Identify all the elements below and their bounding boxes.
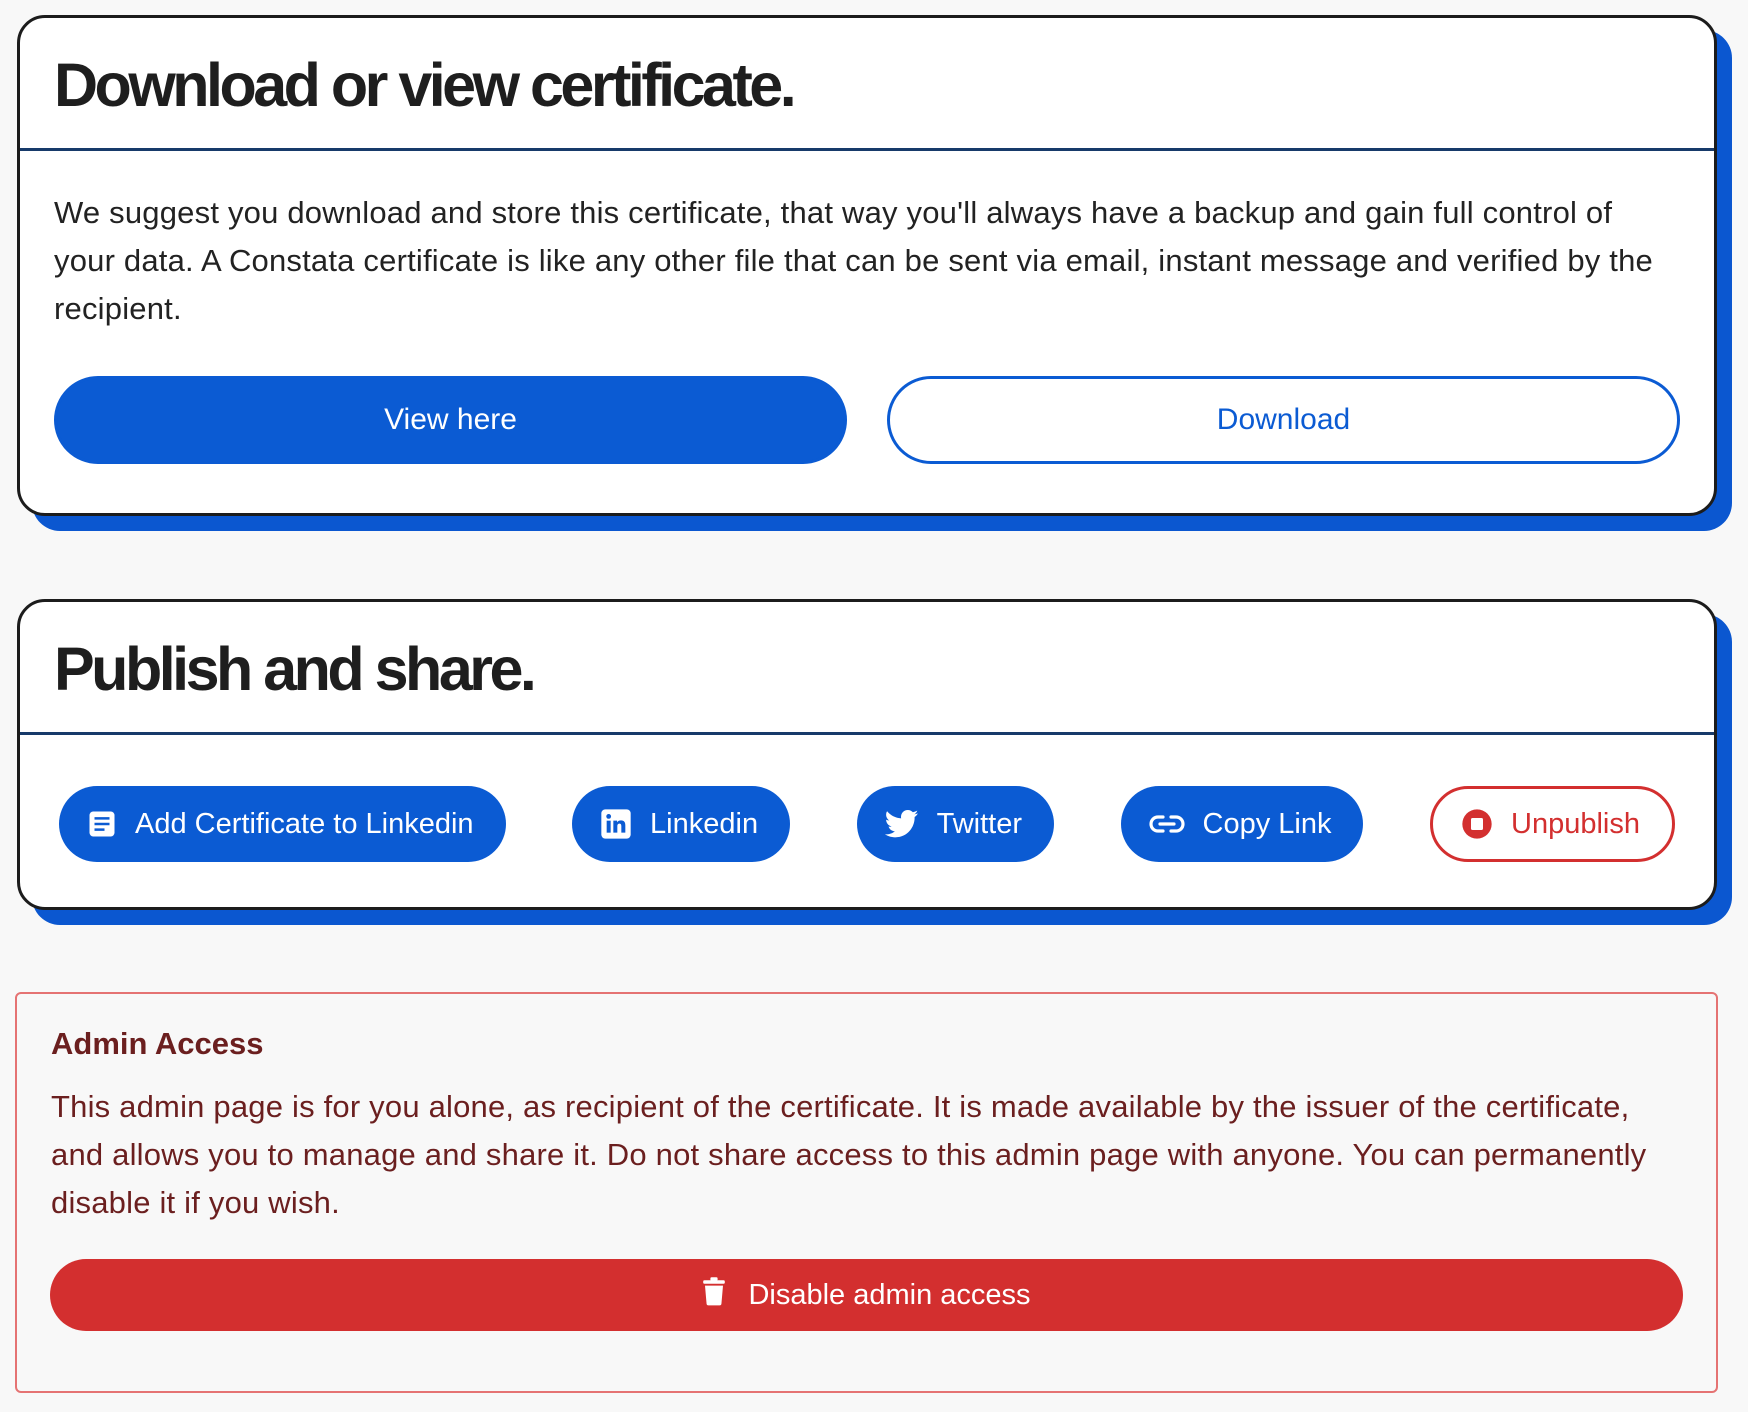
copy-link-button[interactable]: Copy Link xyxy=(1120,786,1364,862)
twitter-icon xyxy=(884,809,919,839)
disable-admin-access-button[interactable]: Disable admin access xyxy=(50,1259,1683,1331)
publish-card: Publish and share. Add Certificate to Li… xyxy=(17,599,1717,910)
disable-admin-access-label: Disable admin access xyxy=(748,1278,1031,1311)
view-here-button[interactable]: View here xyxy=(54,376,847,464)
publish-card-title: Publish and share. xyxy=(54,634,537,703)
unpublish-label: Unpublish xyxy=(1511,807,1640,840)
publish-card-header: Publish and share. xyxy=(20,602,1714,735)
stop-icon xyxy=(1461,808,1493,840)
twitter-label: Twitter xyxy=(936,807,1022,840)
add-certificate-to-linkedin-label: Add Certificate to Linkedin xyxy=(135,807,474,840)
unpublish-button[interactable]: Unpublish xyxy=(1430,786,1675,862)
download-card: Download or view certificate. We suggest… xyxy=(17,15,1717,516)
linkedin-label: Linkedin xyxy=(650,807,759,840)
admin-access-alert: Admin Access This admin page is for you … xyxy=(15,992,1718,1393)
download-card-description: We suggest you download and store this c… xyxy=(54,195,1653,326)
linkedin-share-button[interactable]: Linkedin xyxy=(572,786,791,862)
add-certificate-to-linkedin-button[interactable]: Add Certificate to Linkedin xyxy=(59,786,506,862)
twitter-share-button[interactable]: Twitter xyxy=(856,786,1054,862)
download-card-actions: View here Download xyxy=(54,376,1680,464)
download-button[interactable]: Download xyxy=(887,376,1680,464)
download-card-header: Download or view certificate. xyxy=(20,18,1714,151)
document-icon xyxy=(87,809,117,839)
share-buttons: Add Certificate to Linkedin Linkedin Twi… xyxy=(59,786,1675,862)
link-icon xyxy=(1148,813,1185,835)
trash-icon xyxy=(702,1276,726,1314)
admin-access-title: Admin Access xyxy=(51,1026,264,1061)
admin-access-description: This admin page is for you alone, as rec… xyxy=(51,1089,1647,1220)
download-card-title: Download or view certificate. xyxy=(54,50,797,119)
linkedin-icon xyxy=(600,808,632,840)
copy-link-label: Copy Link xyxy=(1202,807,1332,840)
